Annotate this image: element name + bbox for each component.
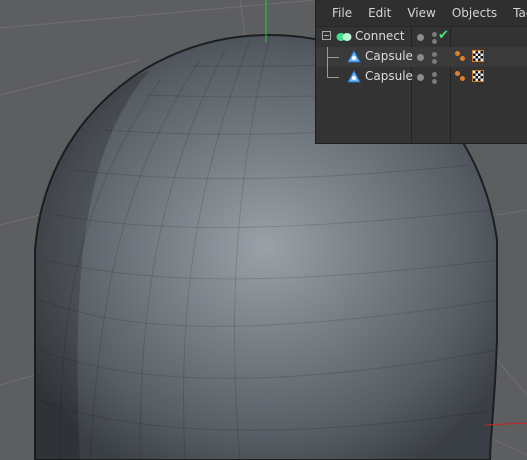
object-row-connect[interactable]: Connect ✔ [316,27,527,47]
tree-branch-line [327,47,339,67]
menu-edit[interactable]: Edit [368,6,391,20]
menu-tags[interactable]: Tags [513,6,527,20]
editor-visibility-dot-icon[interactable] [432,32,437,37]
object-name[interactable]: Capsule [365,69,413,83]
render-visibility-dot-icon[interactable] [432,39,437,44]
menu-objects[interactable]: Objects [452,6,497,20]
render-visibility-dot-icon[interactable] [432,79,437,84]
enabled-check-icon[interactable]: ✔ [438,28,449,43]
connect-icon [336,33,352,41]
tree-collapse-icon[interactable] [322,31,332,43]
capsule-icon [347,50,361,63]
object-name[interactable]: Connect [355,29,405,43]
visibility-dot-icon[interactable] [417,54,424,61]
material-tag-icon[interactable] [472,70,484,82]
editor-visibility-dot-icon[interactable] [432,72,437,77]
object-row-capsule[interactable]: Capsule [316,67,527,87]
menu-view[interactable]: View [407,6,435,20]
capsule-icon [347,70,361,83]
tree-branch-line [327,67,339,78]
material-tag-icon[interactable] [472,50,484,62]
render-visibility-dot-icon[interactable] [432,59,437,64]
menu-file[interactable]: File [332,6,352,20]
visibility-dot-icon[interactable] [417,34,424,41]
object-row-capsule[interactable]: Capsule [316,47,527,67]
phong-tag-icon[interactable] [454,70,466,82]
editor-visibility-dot-icon[interactable] [432,52,437,57]
object-manager-panel: File Edit View Objects Tags Connect ✔ [315,0,527,144]
object-manager-menubar: File Edit View Objects Tags [316,0,527,27]
object-name[interactable]: Capsule [365,49,413,63]
visibility-dot-icon[interactable] [417,74,424,81]
phong-tag-icon[interactable] [454,50,466,62]
